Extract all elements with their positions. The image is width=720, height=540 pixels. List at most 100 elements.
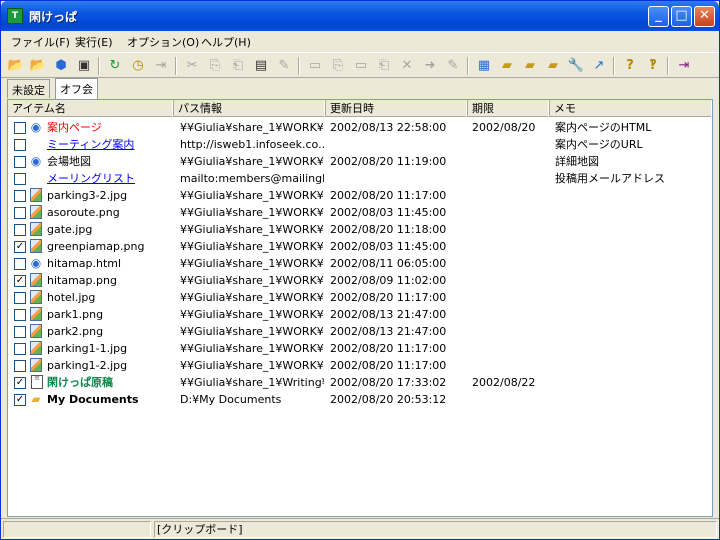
item-checkbox[interactable] bbox=[14, 343, 26, 355]
item-checkbox[interactable] bbox=[14, 258, 26, 270]
list-item[interactable]: park2.png ¥¥Giulia¥share_1¥WORK¥... 2002/0… bbox=[8, 323, 712, 340]
item-checkbox[interactable]: ✓ bbox=[14, 377, 26, 389]
item-updated: 2002/08/20 17:33:02 bbox=[330, 376, 447, 389]
item-name[interactable]: メーリングリスト bbox=[47, 170, 177, 187]
list-icon[interactable]: ▤ bbox=[251, 56, 271, 76]
item-path: ¥¥Giulia¥share_1¥WORK¥... bbox=[180, 223, 324, 236]
list-item[interactable]: メーリングリスト mailto:members@mailingli... 投稿用メー… bbox=[8, 170, 712, 187]
item-checkbox[interactable]: ✓ bbox=[14, 241, 26, 253]
list-item[interactable]: ◉ hitamap.html ¥¥Giulia¥share_1¥WORK¥... 20… bbox=[8, 255, 712, 272]
list-item[interactable]: hotel.jpg ¥¥Giulia¥share_1¥WORK¥... 2002/0… bbox=[8, 289, 712, 306]
list-item[interactable]: parking1-2.jpg ¥¥Giulia¥share_1¥WORK¥... 2… bbox=[8, 357, 712, 374]
list-item[interactable]: ✓ ▰ My Documents D:¥My Documents 2002/08/20 … bbox=[8, 391, 712, 408]
menu-help[interactable]: ヘルプ(H) bbox=[201, 34, 251, 50]
item-checkbox[interactable]: ✓ bbox=[14, 275, 26, 287]
move-icon: ➜ bbox=[424, 58, 436, 73]
item-checkbox[interactable] bbox=[14, 292, 26, 304]
open-folder-icon[interactable]: 📂 bbox=[6, 56, 26, 76]
column-header-memo[interactable]: メモ bbox=[550, 100, 712, 117]
settings-icon[interactable]: 🔧 bbox=[566, 56, 586, 76]
list-item[interactable]: parking1-1.jpg ¥¥Giulia¥share_1¥WORK¥... 2… bbox=[8, 340, 712, 357]
item-checkbox[interactable]: ✓ bbox=[14, 394, 26, 406]
item-path: ¥¥Giulia¥share_1¥WORK¥... bbox=[180, 189, 324, 202]
network-icon[interactable]: ⬢ bbox=[51, 56, 71, 76]
list-item[interactable]: ◉ 会場地図 ¥¥Giulia¥share_1¥WORK¥... 2002/08/20… bbox=[8, 153, 712, 170]
status-left bbox=[3, 521, 151, 538]
item-checkbox[interactable] bbox=[14, 173, 26, 185]
save-icon[interactable]: ▣ bbox=[74, 56, 94, 76]
image-file-icon bbox=[30, 341, 42, 355]
exit-icon[interactable]: ⇥ bbox=[674, 56, 694, 76]
item-memo: 案内ページのURL bbox=[555, 138, 643, 151]
item-checkbox[interactable] bbox=[14, 207, 26, 219]
item-memo bbox=[555, 391, 705, 408]
item-memo bbox=[555, 340, 705, 357]
item-checkbox[interactable] bbox=[14, 360, 26, 372]
item-checkbox[interactable] bbox=[14, 190, 26, 202]
item-path: ¥¥Giulia¥share_1¥WORK¥... bbox=[180, 308, 324, 321]
open-icon[interactable]: 📂 bbox=[28, 56, 48, 76]
web-page-icon: ◉ bbox=[30, 120, 42, 134]
folder-up-icon[interactable]: ▰ bbox=[520, 56, 540, 76]
item-checkbox[interactable] bbox=[14, 309, 26, 321]
image-file-icon bbox=[30, 222, 42, 236]
minimize-button[interactable]: _ bbox=[648, 6, 669, 27]
item-name: park2.png bbox=[47, 325, 104, 338]
menu-file[interactable]: ファイル(F) bbox=[11, 34, 70, 50]
list-item[interactable]: asoroute.png ¥¥Giulia¥share_1¥WORK¥... 200… bbox=[8, 204, 712, 221]
item-memo bbox=[555, 306, 705, 323]
item-checkbox[interactable] bbox=[14, 139, 26, 151]
item-due bbox=[472, 204, 552, 221]
window-icon[interactable]: ▦ bbox=[474, 56, 494, 76]
list-item[interactable]: ✓ hitamap.png ¥¥Giulia¥share_1¥WORK¥... 200… bbox=[8, 272, 712, 289]
item-checkbox[interactable] bbox=[14, 122, 26, 134]
column-header-updated[interactable]: 更新日時 bbox=[326, 100, 468, 117]
tab-unset[interactable]: 未設定 bbox=[7, 79, 50, 98]
item-due bbox=[472, 153, 552, 170]
list-item[interactable]: ◉ 案内ページ ¥¥Giulia¥share_1¥WORK¥... 2002/08/1… bbox=[8, 119, 712, 136]
item-updated: 2002/08/11 06:05:00 bbox=[330, 257, 447, 270]
list-item[interactable]: ✓ ≡ 閑けっぱ原稿 ¥¥Giulia¥share_1¥Writing¥... 2002… bbox=[8, 374, 712, 391]
help-icon[interactable]: ? bbox=[620, 56, 640, 76]
item-path: D:¥My Documents bbox=[180, 393, 282, 406]
image-file-icon bbox=[30, 358, 42, 372]
menu-run[interactable]: 実行(E) bbox=[75, 34, 113, 50]
close-button[interactable]: ✕ bbox=[694, 6, 715, 27]
item-list[interactable]: アイテム名 パス情報 更新日時 期限 メモ ◉ 案内ページ ¥¥Giulia¥sha… bbox=[7, 99, 713, 517]
column-header-item-name[interactable]: アイテム名 bbox=[8, 100, 174, 117]
column-header-due[interactable]: 期限 bbox=[468, 100, 550, 117]
item-updated: 2002/08/20 11:17:00 bbox=[330, 291, 447, 304]
item-memo bbox=[555, 238, 705, 255]
item-updated: 2002/08/20 11:19:00 bbox=[330, 155, 447, 168]
list-item[interactable]: ✓ greenpiamap.png ¥¥Giulia¥share_1¥WORK¥..… bbox=[8, 238, 712, 255]
clock-icon[interactable]: ◷ bbox=[128, 56, 148, 76]
list-item[interactable]: ミーティング案内 http://isweb1.infoseek.co.... 案内ペ… bbox=[8, 136, 712, 153]
maximize-button[interactable]: □ bbox=[671, 6, 692, 27]
item-checkbox[interactable] bbox=[14, 326, 26, 338]
list-item[interactable]: parking3-2.jpg ¥¥Giulia¥share_1¥WORK¥... 2… bbox=[8, 187, 712, 204]
refresh-icon[interactable]: ↻ bbox=[105, 56, 125, 76]
item-checkbox[interactable] bbox=[14, 156, 26, 168]
item-memo bbox=[555, 221, 705, 238]
list-item[interactable]: gate.jpg ¥¥Giulia¥share_1¥WORK¥... 2002/08… bbox=[8, 221, 712, 238]
item-path: ¥¥Giulia¥share_1¥WORK¥... bbox=[180, 240, 324, 253]
item-path: mailto:members@mailingli... bbox=[180, 172, 324, 185]
delete-icon: ✕ bbox=[401, 58, 413, 73]
title-bar[interactable]: T 閑けっぱ _ □ ✕ bbox=[1, 1, 719, 31]
folder-down-icon[interactable]: ▰ bbox=[543, 56, 563, 76]
menu-options[interactable]: オプション(O) bbox=[127, 34, 199, 50]
item-due bbox=[472, 340, 552, 357]
item-path: ¥¥Giulia¥share_1¥WORK¥... bbox=[180, 359, 324, 372]
item-due: 2002/08/20 bbox=[472, 121, 536, 134]
item-name[interactable]: ミーティング案内 bbox=[47, 136, 177, 153]
item-memo bbox=[555, 374, 705, 391]
column-header-path[interactable]: パス情報 bbox=[174, 100, 326, 117]
tab-offkai[interactable]: オフ会 bbox=[55, 78, 98, 99]
item-name: asoroute.png bbox=[47, 206, 120, 219]
list-item[interactable]: park1.png ¥¥Giulia¥share_1¥WORK¥... 2002/0… bbox=[8, 306, 712, 323]
context-help-icon[interactable]: ‽ bbox=[643, 56, 663, 76]
new-folder-icon[interactable]: ▰ bbox=[497, 56, 517, 76]
shortcut-icon[interactable]: ↗ bbox=[589, 56, 609, 76]
app-window: T 閑けっぱ _ □ ✕ ファイル(F) 実行(E) オプション(O) ヘルプ(… bbox=[0, 0, 720, 540]
item-checkbox[interactable] bbox=[14, 224, 26, 236]
